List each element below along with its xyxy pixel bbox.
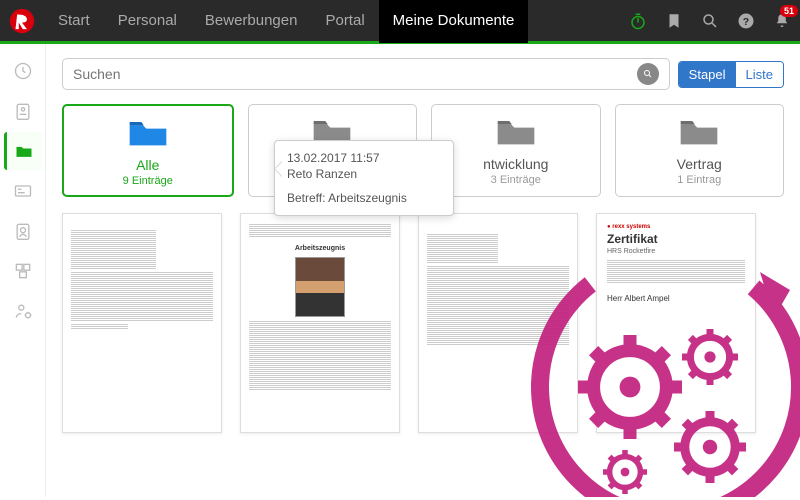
cert-brand: ● rexx systems [607,224,745,232]
cert-title: Zertifikat [607,232,745,248]
help-icon[interactable]: ? [728,0,764,43]
document-thumb-arbeitszeugnis[interactable]: Arbeitszeugnis [240,213,400,433]
history-icon[interactable] [4,52,42,90]
notifications-icon[interactable]: 51 [764,0,800,43]
tooltip-subject: Arbeitszeugnis [328,191,407,205]
document-thumb[interactable] [418,213,578,433]
nav-portal[interactable]: Portal [311,0,378,43]
nav-meine-dokumente[interactable]: Meine Dokumente [379,0,529,43]
search-icon[interactable] [692,0,728,43]
category-entwicklung[interactable]: ntwicklung 3 Einträge [431,104,601,197]
nav-personal[interactable]: Personal [104,0,191,43]
document-tooltip: 13.02.2017 11:57 Reto Ranzen Betreff: Ar… [274,140,454,216]
tooltip-subject-label: Betreff: [287,191,325,205]
search-input-wrap [62,58,670,90]
category-label: Vertrag [622,156,778,172]
timer-icon[interactable] [620,0,656,43]
svg-text:?: ? [743,15,749,27]
view-stack-button[interactable]: Stapel [679,62,736,87]
view-list-button[interactable]: Liste [736,62,783,87]
id-card-icon[interactable] [4,92,42,130]
card-icon[interactable] [4,172,42,210]
document-row: Arbeitszeugnis ● rexx systems Zertifikat… [62,213,784,433]
doc-title: Arbeitszeugnis [249,244,391,253]
user-settings-icon[interactable] [4,292,42,330]
search-input[interactable] [73,66,637,82]
category-vertrag[interactable]: Vertrag 1 Eintrag [615,104,785,197]
folder-icon[interactable] [4,132,42,170]
portrait-image [295,257,345,317]
category-count: 9 Einträge [70,175,226,187]
boxes-icon[interactable] [4,252,42,290]
notification-badge: 51 [780,5,798,17]
person-card-icon[interactable] [4,212,42,250]
category-alle[interactable]: Alle 9 Einträge [62,104,234,197]
document-thumb[interactable] [62,213,222,433]
category-label: Alle [70,157,226,173]
cert-name: Herr Albert Ampel [607,294,745,304]
left-sidebar [0,44,46,497]
document-thumb-zertifikat[interactable]: ● rexx systems Zertifikat HRS Rocketfire… [596,213,756,433]
category-label: ntwicklung [438,156,594,172]
tooltip-author: Reto Ranzen [287,167,441,181]
top-nav: Start Personal Bewerbungen Portal Meine … [0,0,800,44]
category-count: 3 Einträge [438,174,594,186]
search-button[interactable] [637,63,659,85]
main-content: Stapel Liste Alle 9 Einträge ntwicklung … [46,44,800,497]
cert-subtitle: HRS Rocketfire [607,247,745,256]
nav-start[interactable]: Start [44,0,104,43]
view-toggle: Stapel Liste [678,61,784,88]
bookmark-icon[interactable] [656,0,692,43]
app-logo[interactable] [0,0,44,43]
category-count: 1 Eintrag [622,174,778,186]
tooltip-timestamp: 13.02.2017 11:57 [287,151,441,165]
nav-bewerbungen[interactable]: Bewerbungen [191,0,312,43]
